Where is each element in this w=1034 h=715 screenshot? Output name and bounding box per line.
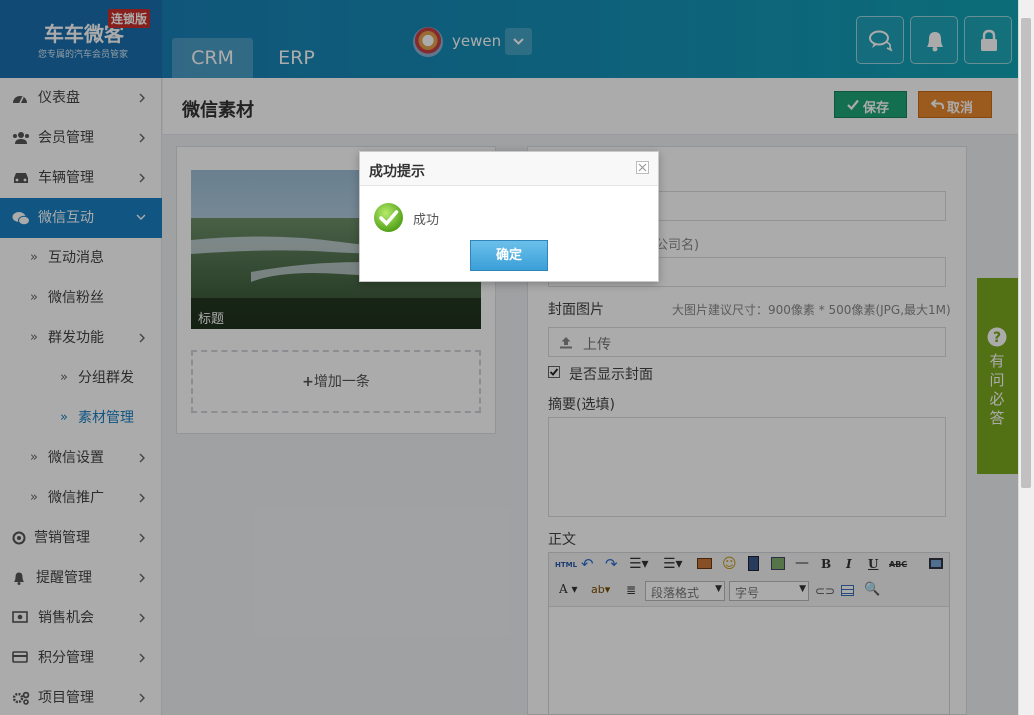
modal-overlay: [0, 0, 1018, 715]
dialog-message: 成功: [413, 213, 440, 228]
scrollbar-thumb[interactable]: [1021, 18, 1031, 488]
close-icon: [638, 163, 647, 172]
ok-button[interactable]: 确定: [470, 240, 548, 271]
success-dialog: 成功提示 成功 确定: [359, 151, 659, 282]
dialog-title-bar: 成功提示: [360, 152, 658, 186]
dialog-title: 成功提示: [369, 164, 425, 180]
dialog-close-button[interactable]: [636, 161, 649, 174]
success-check-icon: [374, 203, 403, 232]
